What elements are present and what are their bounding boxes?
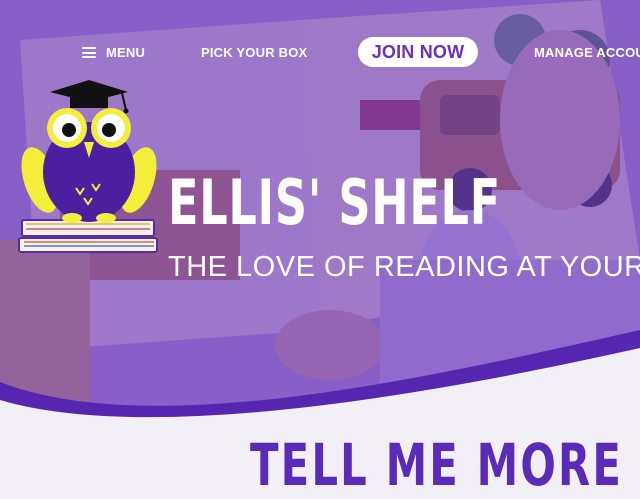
tell-me-more-heading: TELL ME MORE bbox=[250, 431, 624, 499]
join-now-button[interactable]: JOIN NOW bbox=[358, 37, 478, 67]
menu-label: MENU bbox=[106, 45, 146, 60]
site-title: ELLIS' SHELF bbox=[168, 166, 501, 239]
hamburger-menu-icon bbox=[82, 47, 96, 58]
top-navigation: MENU PICK YOUR BOX JOIN NOW MANAGE ACCOU bbox=[0, 37, 640, 68]
manage-account-link[interactable]: MANAGE ACCOU bbox=[534, 38, 640, 68]
pick-your-box-link[interactable]: PICK YOUR BOX bbox=[201, 38, 307, 68]
books-stack-icon bbox=[18, 219, 158, 253]
menu-button[interactable]: MENU bbox=[82, 38, 145, 68]
graduation-cap-icon bbox=[50, 80, 129, 114]
owl-logo-icon[interactable] bbox=[14, 80, 164, 256]
site-tagline: THE LOVE OF READING AT YOUR bbox=[168, 251, 640, 283]
section-divider-wave bbox=[0, 330, 640, 440]
